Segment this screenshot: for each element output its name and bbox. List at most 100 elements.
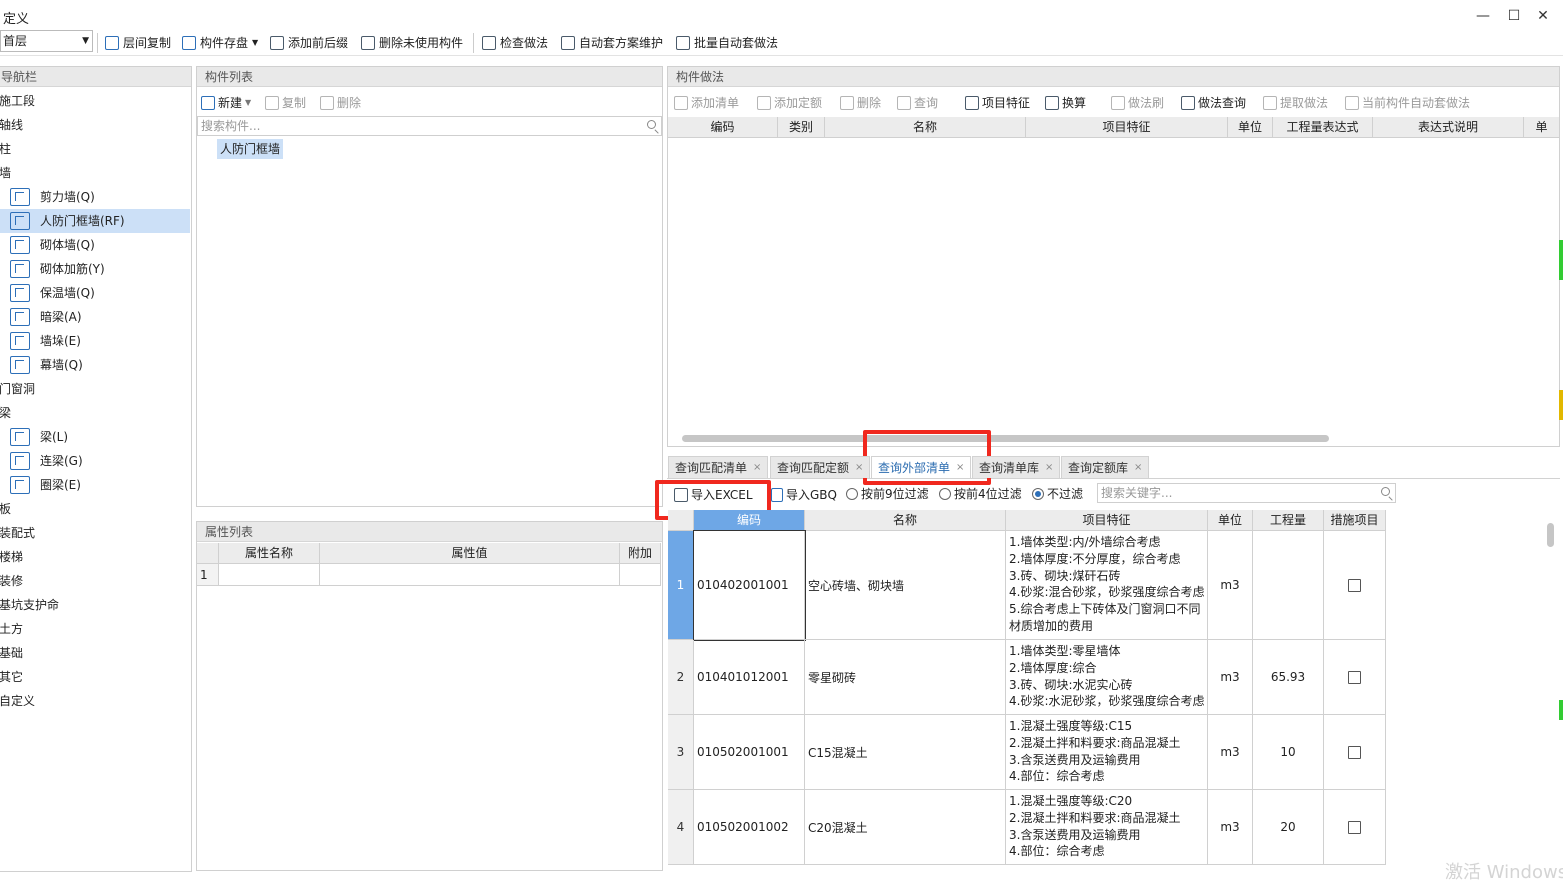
delete-component-button[interactable]: 删除: [320, 93, 361, 113]
query-feature-cell[interactable]: 1.墙体类型:零星墙体 2.墙体厚度:综合 3.砖、砌块:水泥实心砖 4.砂浆:…: [1006, 640, 1208, 715]
close-tab-icon[interactable]: ×: [855, 457, 863, 478]
measure-checkbox[interactable]: [1348, 820, 1361, 834]
add-prefix-suffix-button[interactable]: 添加前后缀: [270, 33, 348, 53]
close-tab-icon[interactable]: ×: [956, 457, 964, 478]
nav-item-8[interactable]: 保温墙(Q): [0, 281, 190, 305]
query-search-input[interactable]: 搜索关键字...: [1097, 483, 1396, 503]
delete-unused-button[interactable]: 删除未使用构件: [361, 33, 463, 53]
nav-item-14[interactable]: 梁(L): [0, 425, 190, 449]
nav-item-4[interactable]: 剪力墙(Q): [0, 185, 190, 209]
query-code-cell[interactable]: 010502001002: [694, 790, 805, 865]
nav-item-0[interactable]: 施工段: [0, 89, 190, 113]
nav-item-10[interactable]: 墙垛(E): [0, 329, 190, 353]
filter-4-radio[interactable]: 按前4位过滤: [939, 484, 1022, 504]
method-column-7[interactable]: 单: [1524, 117, 1560, 138]
tab-query-4[interactable]: 查询定额库 ×: [1061, 456, 1150, 478]
method-column-5[interactable]: 工程量表达式: [1273, 117, 1373, 138]
query-unit-cell[interactable]: m3: [1208, 640, 1253, 715]
import-gbq-button[interactable]: 导入GBQ: [771, 485, 837, 505]
query-name-cell[interactable]: 零星砌砖: [805, 640, 1006, 715]
tab-query-3[interactable]: 查询清单库 ×: [972, 456, 1061, 478]
nav-item-25[interactable]: 自定义: [0, 689, 190, 713]
nav-item-20[interactable]: 装修: [0, 569, 190, 593]
nav-item-15[interactable]: 连梁(G): [0, 449, 190, 473]
check-method-button[interactable]: 检查做法: [482, 33, 548, 53]
nav-item-16[interactable]: 圈梁(E): [0, 473, 190, 497]
close-tab-icon[interactable]: ×: [753, 457, 761, 478]
close-button[interactable]: ✕: [1533, 6, 1553, 26]
method-button-4[interactable]: 项目特征: [965, 93, 1030, 113]
method-button-2[interactable]: 删除: [840, 93, 881, 113]
query-measure-cell[interactable]: [1324, 531, 1386, 640]
query-row-number[interactable]: 1: [668, 531, 694, 640]
query-feature-cell[interactable]: 1.混凝土强度等级:C15 2.混凝土拌和料要求:商品混凝土 3.含泵送费用及运…: [1006, 715, 1208, 790]
nav-item-3[interactable]: 墙: [0, 161, 190, 185]
query-column-3[interactable]: 单位: [1208, 510, 1253, 531]
query-row-number[interactable]: 3: [668, 715, 694, 790]
measure-checkbox[interactable]: [1348, 578, 1361, 592]
query-measure-cell[interactable]: [1324, 640, 1386, 715]
nav-item-12[interactable]: 门窗洞: [0, 377, 190, 401]
method-column-6[interactable]: 表达式说明: [1373, 117, 1524, 138]
query-column-4[interactable]: 工程量: [1253, 510, 1324, 531]
nav-item-21[interactable]: 基坑支护命: [0, 593, 190, 617]
property-value-cell[interactable]: [320, 564, 620, 586]
save-component-button[interactable]: 构件存盘 ▼: [182, 33, 258, 53]
query-measure-cell[interactable]: [1324, 715, 1386, 790]
nav-item-2[interactable]: 柱: [0, 137, 190, 161]
query-column-2[interactable]: 项目特征: [1006, 510, 1208, 531]
query-row-number[interactable]: 2: [668, 640, 694, 715]
method-column-1[interactable]: 类别: [778, 117, 825, 138]
maximize-button[interactable]: ☐: [1504, 6, 1524, 26]
property-name-cell[interactable]: [219, 564, 320, 586]
query-name-cell[interactable]: C20混凝土: [805, 790, 1006, 865]
method-button-1[interactable]: 添加定额: [757, 93, 822, 113]
method-column-4[interactable]: 单位: [1228, 117, 1273, 138]
close-tab-icon[interactable]: ×: [1045, 457, 1053, 478]
query-qty-cell[interactable]: [1253, 531, 1324, 640]
nav-item-22[interactable]: 土方: [0, 617, 190, 641]
method-button-3[interactable]: 查询: [897, 93, 938, 113]
nav-item-9[interactable]: 暗梁(A): [0, 305, 190, 329]
property-extra-cell[interactable]: [620, 564, 661, 586]
nav-item-6[interactable]: 砌体墙(Q): [0, 233, 190, 257]
nav-item-18[interactable]: 装配式: [0, 521, 190, 545]
tab-query-2[interactable]: 查询外部清单 ×: [871, 456, 972, 478]
batch-auto-button[interactable]: 批量自动套做法: [676, 33, 778, 53]
tab-query-0[interactable]: 查询匹配清单 ×: [668, 456, 769, 478]
query-column-0[interactable]: 编码: [694, 510, 805, 531]
new-component-button[interactable]: 新建 ▼: [201, 93, 251, 113]
query-column-1[interactable]: 名称: [805, 510, 1006, 531]
nav-item-7[interactable]: 砌体加筋(Y): [0, 257, 190, 281]
filter-9-radio[interactable]: 按前9位过滤: [846, 484, 929, 504]
query-unit-cell[interactable]: m3: [1208, 790, 1253, 865]
copy-component-button[interactable]: 复制: [265, 93, 306, 113]
method-button-5[interactable]: 换算: [1045, 93, 1086, 113]
method-button-8[interactable]: 提取做法: [1263, 93, 1328, 113]
query-unit-cell[interactable]: m3: [1208, 531, 1253, 640]
nav-item-11[interactable]: 幕墙(Q): [0, 353, 190, 377]
query-code-cell[interactable]: 010401012001: [694, 640, 805, 715]
query-vertical-scrollbar[interactable]: [1547, 523, 1554, 547]
close-tab-icon[interactable]: ×: [1134, 457, 1142, 478]
method-horizontal-scrollbar[interactable]: [682, 435, 1329, 442]
minimize-button[interactable]: —: [1473, 6, 1493, 26]
method-button-6[interactable]: 做法刷: [1111, 93, 1164, 113]
nav-item-19[interactable]: 楼梯: [0, 545, 190, 569]
method-column-2[interactable]: 名称: [825, 117, 1026, 138]
measure-checkbox[interactable]: [1348, 670, 1361, 684]
nav-item-24[interactable]: 其它: [0, 665, 190, 689]
method-button-9[interactable]: 当前构件自动套做法: [1345, 93, 1470, 113]
nav-item-1[interactable]: 轴线: [0, 113, 190, 137]
query-measure-cell[interactable]: [1324, 790, 1386, 865]
query-feature-cell[interactable]: 1.墙体类型:内/外墙综合考虑 2.墙体厚度:不分厚度，综合考虑 3.砖、砌块:…: [1006, 531, 1208, 640]
method-column-0[interactable]: 编码: [668, 117, 778, 138]
nav-item-13[interactable]: 梁: [0, 401, 190, 425]
component-search-input[interactable]: 搜索构件...: [197, 116, 662, 136]
query-name-cell[interactable]: 空心砖墙、砌块墙: [805, 531, 1006, 640]
nav-item-17[interactable]: 板: [0, 497, 190, 521]
nav-item-23[interactable]: 基础: [0, 641, 190, 665]
query-column-5[interactable]: 措施项目: [1324, 510, 1386, 531]
query-row-number[interactable]: 4: [668, 790, 694, 865]
query-qty-cell[interactable]: 20: [1253, 790, 1324, 865]
